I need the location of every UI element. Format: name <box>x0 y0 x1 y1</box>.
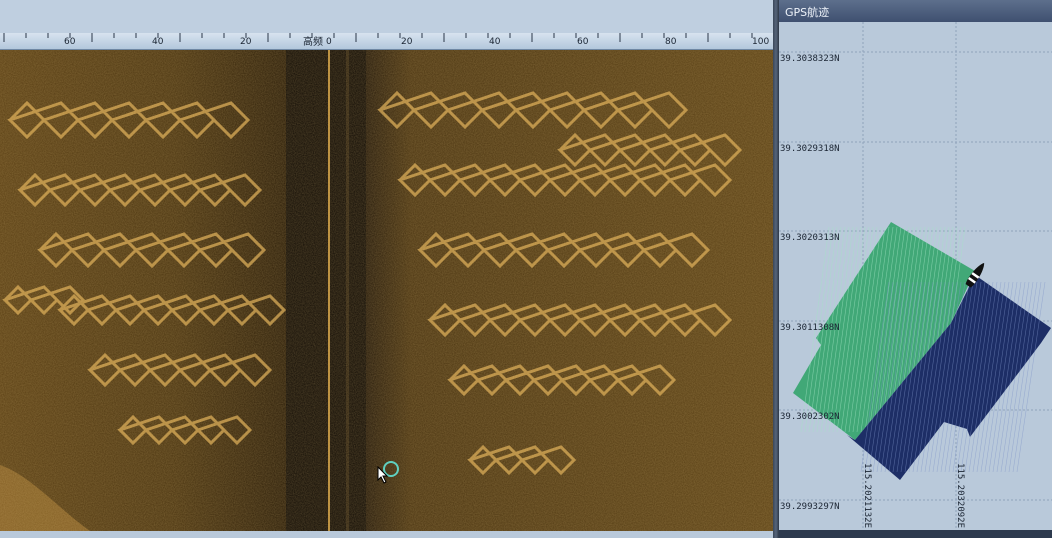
ruler-tick-label: 40 <box>152 37 164 47</box>
gps-track-panel: GPS航迹 39.3038323N 39.3029318N 39.3020313… <box>779 0 1052 538</box>
gps-panel-title: GPS航迹 <box>785 6 830 19</box>
sonar-grain <box>0 50 773 531</box>
lat-label: 39.3029318N <box>780 144 840 154</box>
lon-label: 115.2021132E <box>862 463 872 528</box>
lat-label: 39.3011308N <box>780 323 840 333</box>
status-strip <box>0 531 776 538</box>
ruler-tick-label: 100 <box>752 37 769 47</box>
range-ruler-svg: 高频 60 40 20 0 20 40 60 80 100 <box>3 33 775 48</box>
lat-label: 39.2993297N <box>780 502 840 512</box>
lat-label: 39.3002302N <box>780 412 840 422</box>
sonar-toolbar-area <box>0 0 776 34</box>
ruler-center-label: 高频 <box>303 35 323 48</box>
ruler-tick-label: 40 <box>489 37 501 47</box>
sonar-image-svg <box>0 50 773 531</box>
ruler-tick-label: 60 <box>64 37 76 47</box>
lat-label: 39.3020313N <box>780 233 840 243</box>
ruler-ticks <box>3 33 775 42</box>
pointer-arrow-icon <box>377 466 389 484</box>
ruler-tick-label: 20 <box>401 37 413 47</box>
gps-panel-footer <box>779 530 1052 538</box>
ruler-tick-label: 20 <box>240 37 252 47</box>
lat-label: 39.3038323N <box>780 54 840 64</box>
gps-panel-header: GPS航迹 <box>779 0 1052 22</box>
ruler-tick-label: 60 <box>577 37 589 47</box>
sonar-app-window: 高频 60 40 20 0 20 40 60 80 100 GPS航迹 39.3… <box>0 0 1052 538</box>
lon-label: 115.2032092E <box>955 463 965 528</box>
gps-track-plot[interactable]: 39.3038323N 39.3029318N 39.3020313N 39.3… <box>779 22 1052 530</box>
gps-track-svg: 39.3038323N 39.3029318N 39.3020313N 39.3… <box>779 22 1052 530</box>
ruler-tick-label: 0 <box>326 37 332 47</box>
sidescan-sonar-panel: 高频 60 40 20 0 20 40 60 80 100 <box>0 0 776 538</box>
ruler-tick-label: 80 <box>665 37 677 47</box>
sonar-waterfall-image[interactable] <box>0 50 773 531</box>
range-ruler: 高频 60 40 20 0 20 40 60 80 100 <box>0 33 776 50</box>
